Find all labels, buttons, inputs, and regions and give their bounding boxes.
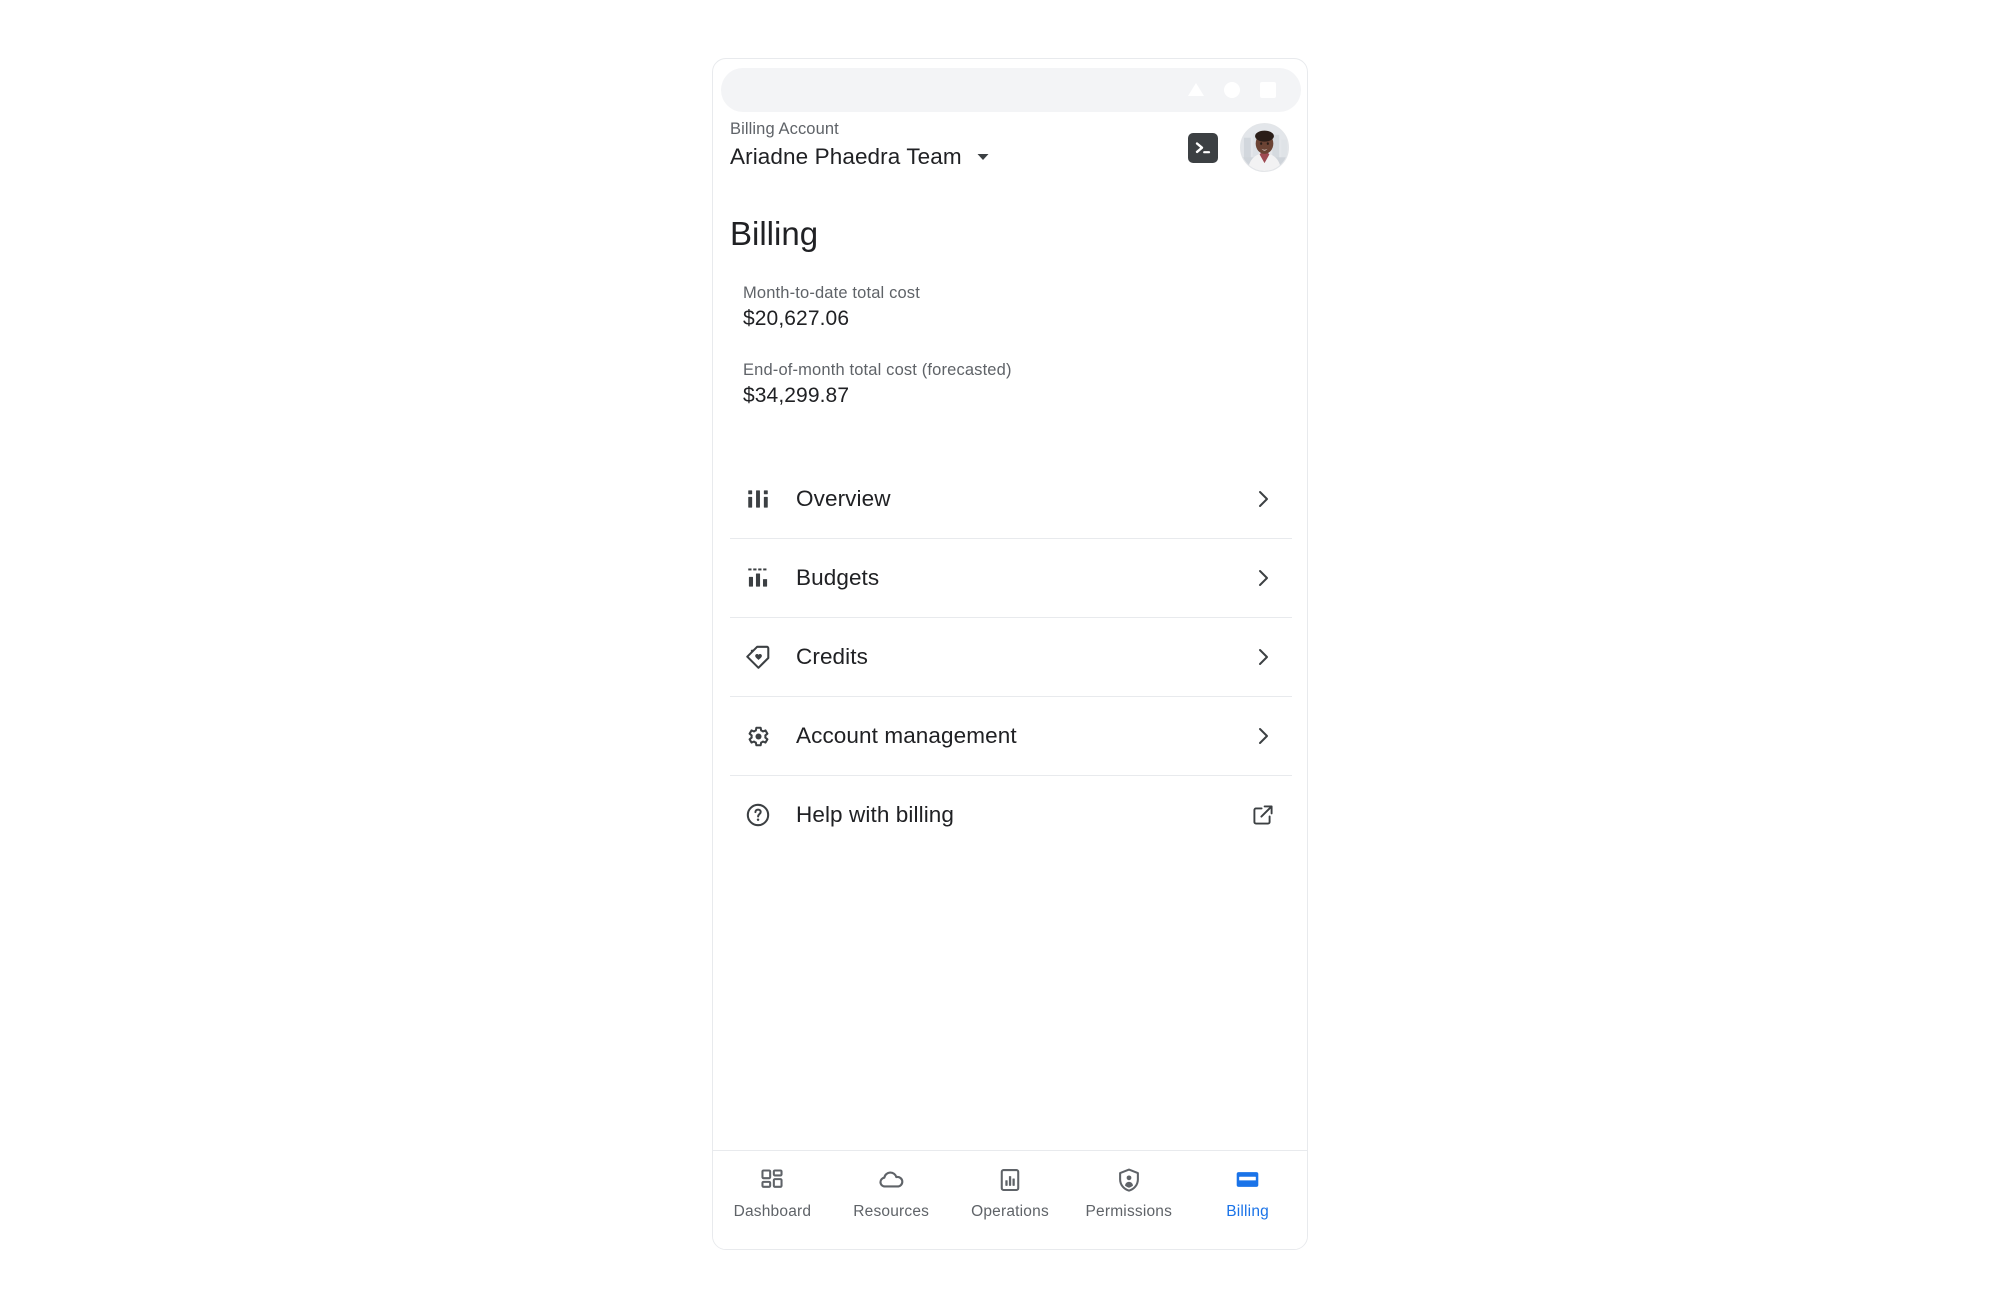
billing-account-selector[interactable]: Billing Account Ariadne Phaedra Team — [730, 119, 991, 171]
chevron-right-icon[interactable] — [1248, 721, 1278, 751]
chart-document-icon — [995, 1165, 1024, 1194]
grid-dashboard-icon — [758, 1165, 787, 1194]
chevron-down-icon[interactable] — [975, 149, 991, 165]
open-in-new-icon[interactable] — [1248, 800, 1278, 830]
credit-card-icon — [1233, 1165, 1262, 1194]
shield-person-icon — [1114, 1165, 1143, 1194]
help-circle-icon — [743, 800, 773, 830]
menu-item-account-management[interactable]: Account management — [730, 696, 1292, 775]
budget-bar-chart-icon — [743, 563, 773, 593]
billing-account-label: Billing Account — [730, 120, 839, 138]
menu-item-help-with-billing[interactable]: Help with billing — [730, 775, 1292, 854]
system-nav-buttons — [1185, 68, 1279, 112]
nav-item-dashboard[interactable]: Dashboard — [713, 1165, 832, 1221]
dashboard-bars-icon — [743, 484, 773, 514]
cloud-icon — [877, 1165, 906, 1194]
chevron-right-icon[interactable] — [1248, 642, 1278, 672]
avatar[interactable] — [1240, 123, 1289, 172]
menu-item-budgets[interactable]: Budgets — [730, 538, 1292, 617]
menu-item-help-with-billing-label: Help with billing — [796, 802, 955, 827]
cost-summary: Month-to-date total cost $20,627.06 End-… — [743, 283, 1283, 410]
phone-mockup-frame: Billing Account Ariadne Phaedra Team Bil… — [712, 58, 1308, 1250]
home-button[interactable] — [1221, 79, 1243, 101]
nav-item-permissions-label: Permissions — [1085, 1203, 1173, 1220]
android-system-nav-bar — [721, 68, 1301, 112]
billing-account-row[interactable]: Ariadne Phaedra Team — [730, 143, 991, 171]
month-to-date-cost: Month-to-date total cost $20,627.06 — [743, 283, 1283, 333]
month-to-date-cost-label: Month-to-date total cost — [743, 284, 920, 302]
recents-button[interactable] — [1257, 79, 1279, 101]
nav-item-billing-label: Billing — [1226, 1203, 1269, 1220]
page-title: Billing — [730, 215, 819, 252]
bottom-navigation-bar: Dashboard Resources Operations Permissio… — [713, 1150, 1307, 1249]
chevron-right-icon[interactable] — [1248, 563, 1278, 593]
back-button[interactable] — [1185, 79, 1207, 101]
nav-item-dashboard-label: Dashboard — [733, 1203, 812, 1220]
menu-item-account-management-label: Account management — [796, 723, 1017, 748]
nav-item-operations-label: Operations — [971, 1203, 1049, 1220]
month-to-date-cost-value: $20,627.06 — [743, 307, 850, 330]
nav-item-resources-label: Resources — [853, 1203, 930, 1220]
end-of-month-forecast-cost: End-of-month total cost (forecasted) $34… — [743, 360, 1283, 410]
app-header: Billing Account Ariadne Phaedra Team — [713, 113, 1307, 199]
nav-item-billing[interactable]: Billing — [1188, 1165, 1307, 1221]
menu-item-budgets-label: Budgets — [796, 565, 880, 590]
nav-item-permissions[interactable]: Permissions — [1069, 1165, 1188, 1221]
menu-item-credits[interactable]: Credits — [730, 617, 1292, 696]
menu-item-credits-label: Credits — [796, 644, 868, 669]
header-actions — [1188, 123, 1289, 172]
nav-item-resources[interactable]: Resources — [832, 1165, 951, 1221]
terminal-icon[interactable] — [1188, 132, 1218, 163]
gear-icon — [743, 721, 773, 751]
end-of-month-forecast-value: $34,299.87 — [743, 384, 850, 407]
billing-menu-list: Overview Budgets Credits Account managem… — [730, 459, 1292, 854]
end-of-month-forecast-label: End-of-month total cost (forecasted) — [743, 361, 1012, 379]
menu-item-overview[interactable]: Overview — [730, 459, 1292, 538]
loyalty-tag-icon — [743, 642, 773, 672]
nav-item-operations[interactable]: Operations — [951, 1165, 1070, 1221]
chevron-right-icon[interactable] — [1248, 484, 1278, 514]
billing-account-name: Ariadne Phaedra Team — [730, 144, 962, 169]
menu-item-overview-label: Overview — [796, 485, 891, 511]
